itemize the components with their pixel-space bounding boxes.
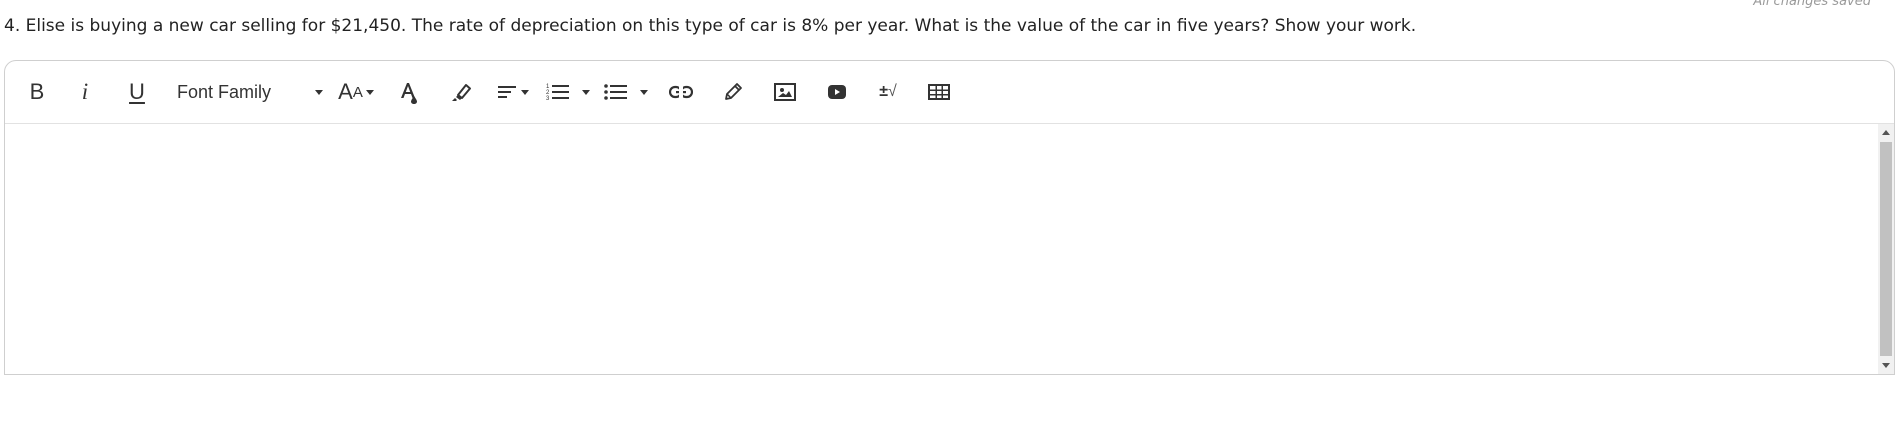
rich-text-editor: B i U Font Family AA 1 2 3 ± √: [4, 60, 1895, 375]
text-color-icon: [398, 80, 420, 104]
chevron-down-icon: [315, 89, 323, 95]
link-icon: [669, 85, 693, 99]
bold-button[interactable]: B: [17, 72, 57, 112]
chevron-down-icon: [365, 89, 374, 95]
scroll-thumb[interactable]: [1880, 142, 1892, 356]
draw-button[interactable]: [707, 72, 759, 112]
unordered-list-icon: [604, 84, 628, 100]
font-family-label: Font Family: [177, 81, 272, 102]
table-icon: [928, 84, 950, 100]
editor-content-area[interactable]: [5, 124, 1878, 374]
font-size-icon-large: A: [338, 79, 353, 104]
formula-icon: ±: [879, 83, 888, 100]
font-family-dropdown[interactable]: Font Family: [161, 72, 329, 112]
chevron-down-icon: [520, 89, 529, 95]
link-button[interactable]: [655, 72, 707, 112]
question-text: 4. Elise is buying a new car selling for…: [4, 16, 1417, 36]
video-icon: [827, 84, 847, 100]
editor-toolbar: B i U Font Family AA 1 2 3 ± √: [5, 61, 1894, 124]
italic-button[interactable]: i: [57, 72, 113, 112]
scroll-up-icon[interactable]: [1882, 130, 1890, 135]
save-status: All changes saved: [1753, 0, 1871, 9]
chevron-down-icon: [582, 89, 590, 95]
video-button[interactable]: [811, 72, 863, 112]
font-size-button[interactable]: AA: [329, 72, 383, 112]
sqrt-icon: √: [888, 83, 897, 100]
ordered-list-icon: 1 2 3: [546, 83, 570, 101]
pencil-icon: [723, 82, 743, 102]
chevron-down-icon: [640, 89, 648, 95]
table-button[interactable]: [913, 72, 965, 112]
text-color-button[interactable]: [383, 72, 435, 112]
highlight-button[interactable]: [435, 72, 487, 112]
formula-button[interactable]: ± √: [863, 72, 913, 112]
scroll-down-icon[interactable]: [1882, 363, 1890, 368]
underline-button[interactable]: U: [113, 72, 161, 112]
ordered-list-dropdown[interactable]: 1 2 3: [539, 72, 597, 112]
align-dropdown[interactable]: [487, 72, 539, 112]
image-button[interactable]: [759, 72, 811, 112]
image-icon: [774, 83, 796, 101]
align-icon: [497, 84, 518, 100]
editor-scrollbar[interactable]: [1878, 124, 1894, 374]
font-size-icon-small: A: [352, 83, 363, 101]
unordered-list-dropdown[interactable]: [597, 72, 655, 112]
svg-text:3: 3: [546, 96, 550, 101]
highlight-icon: [450, 82, 472, 102]
